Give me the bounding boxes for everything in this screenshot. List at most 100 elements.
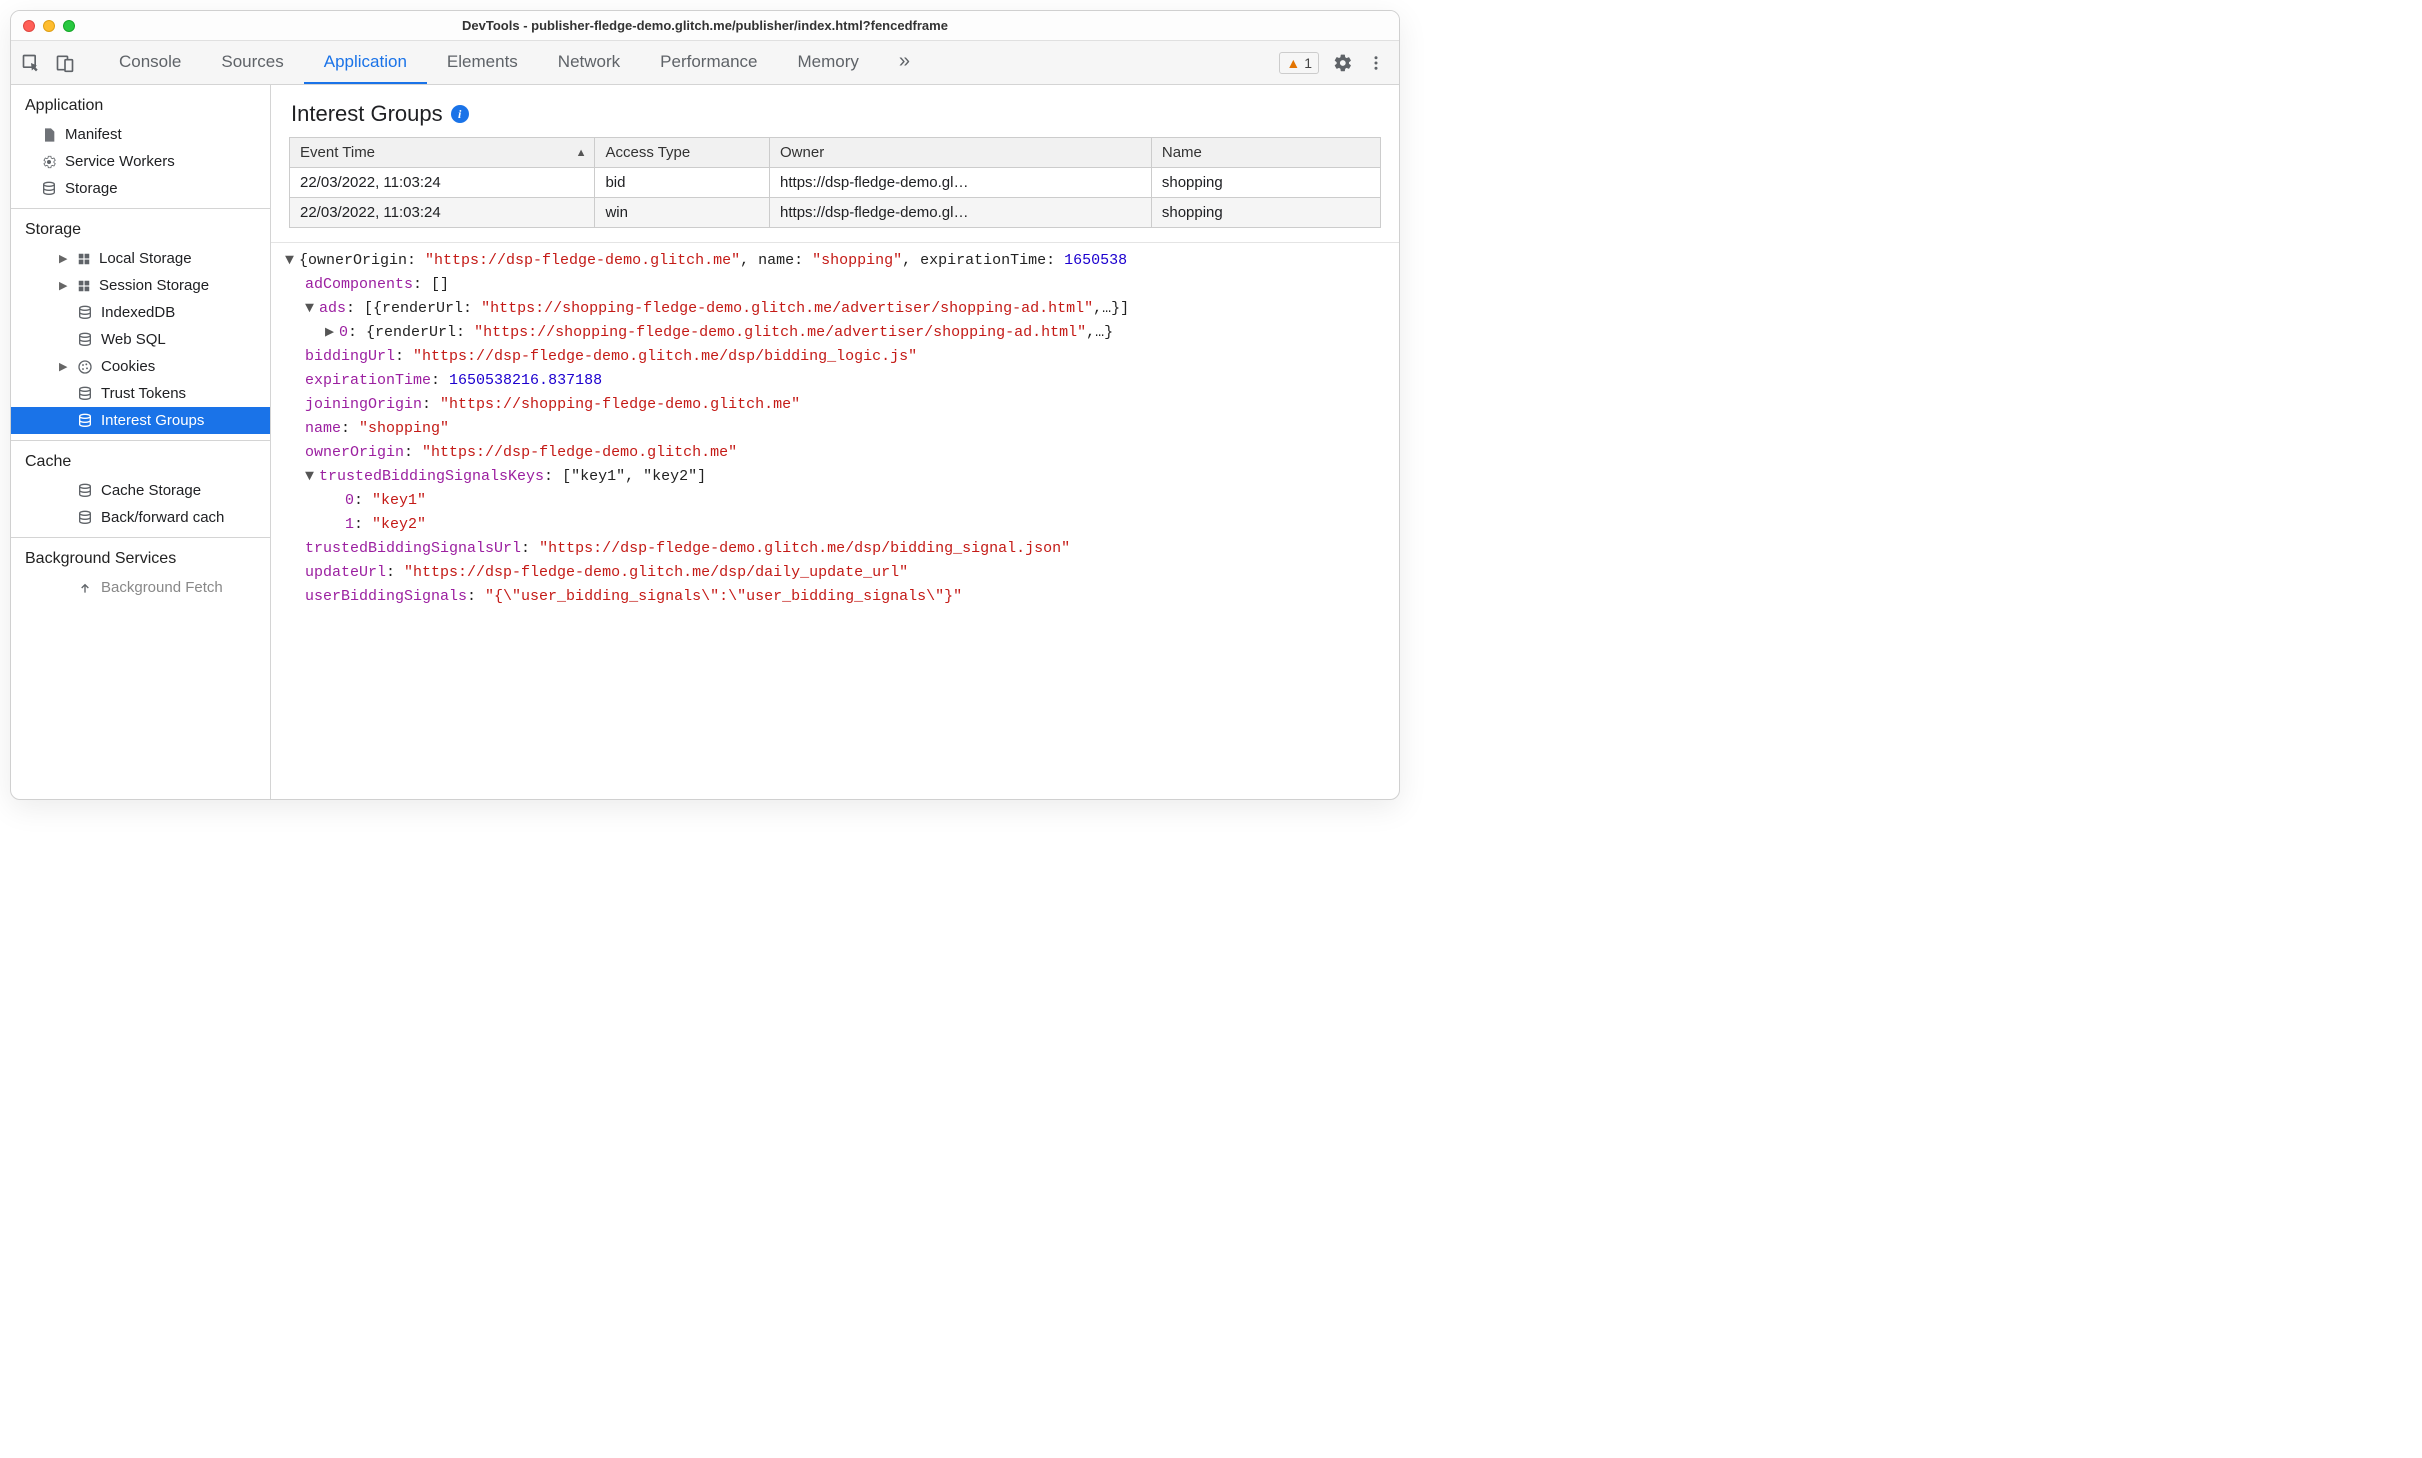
tab-application[interactable]: Application [304, 41, 427, 84]
warning-icon: ▲ [1286, 55, 1300, 71]
titlebar: DevTools - publisher-fledge-demo.glitch.… [11, 11, 1399, 41]
cookie-icon [77, 359, 93, 375]
detail-line[interactable]: trustedBiddingSignalsUrl: "https://dsp-f… [285, 537, 1385, 561]
detail-line[interactable]: 1: "key2" [285, 513, 1385, 537]
cell-owner: https://dsp-fledge-demo.gl… [770, 168, 1152, 198]
detail-line[interactable]: ownerOrigin: "https://dsp-fledge-demo.gl… [285, 441, 1385, 465]
sidebar-item-label: Local Storage [99, 250, 192, 267]
detail-line[interactable]: ▼{ownerOrigin: "https://dsp-fledge-demo.… [285, 249, 1385, 273]
sidebar-item-storage[interactable]: Storage [11, 175, 270, 202]
sidebar-item-label: Back/forward cach [101, 509, 224, 526]
issues-badge[interactable]: ▲ 1 [1279, 52, 1319, 74]
database-icon [41, 181, 57, 197]
sidebar-item-interest-groups[interactable]: Interest Groups [11, 407, 270, 434]
file-icon [41, 127, 57, 143]
expand-arrow-icon[interactable]: ▶ [59, 279, 69, 292]
detail-line[interactable]: name: "shopping" [285, 417, 1385, 441]
sidebar-item-websql[interactable]: Web SQL [11, 326, 270, 353]
sidebar-group-cache: Cache Cache Storage Back/forward cach [11, 441, 270, 538]
sidebar-item-trust-tokens[interactable]: Trust Tokens [11, 380, 270, 407]
info-icon[interactable]: i [451, 105, 469, 123]
col-access-type[interactable]: Access Type [595, 138, 770, 168]
col-owner[interactable]: Owner [770, 138, 1152, 168]
events-table-wrap: Event Time▲ Access Type Owner Name 22/03… [271, 137, 1399, 238]
detail-line[interactable]: userBiddingSignals: "{\"user_bidding_sig… [285, 585, 1385, 609]
cell-time: 22/03/2022, 11:03:24 [290, 168, 595, 198]
col-name[interactable]: Name [1151, 138, 1380, 168]
upload-icon [77, 580, 93, 596]
tab-elements[interactable]: Elements [427, 41, 538, 84]
collapse-icon[interactable]: ▼ [305, 297, 319, 321]
sidebar-item-bfcache[interactable]: Back/forward cach [11, 504, 270, 531]
database-icon [77, 510, 93, 526]
table-row[interactable]: 22/03/2022, 11:03:24 bid https://dsp-fle… [290, 168, 1381, 198]
sidebar-group-background: Background Services Background Fetch [11, 538, 270, 607]
gear-icon [41, 154, 57, 170]
tab-console[interactable]: Console [99, 41, 201, 84]
detail-line[interactable]: expirationTime: 1650538216.837188 [285, 369, 1385, 393]
sidebar-header-storage: Storage [11, 215, 270, 245]
gear-icon[interactable] [1333, 53, 1353, 73]
devtools-window: DevTools - publisher-fledge-demo.glitch.… [10, 10, 1400, 800]
more-icon[interactable] [1367, 54, 1385, 72]
table-row[interactable]: 22/03/2022, 11:03:24 win https://dsp-fle… [290, 198, 1381, 228]
sidebar-item-label: Web SQL [101, 331, 166, 348]
events-table: Event Time▲ Access Type Owner Name 22/03… [289, 137, 1381, 228]
expand-arrow-icon[interactable]: ▶ [59, 252, 69, 265]
main-tabbar: Console Sources Application Elements Net… [11, 41, 1399, 85]
sidebar-item-label: Cache Storage [101, 482, 201, 499]
sidebar-item-cookies[interactable]: ▶ Cookies [11, 353, 270, 380]
object-detail-viewer[interactable]: ▼{ownerOrigin: "https://dsp-fledge-demo.… [271, 242, 1399, 799]
cell-type: bid [595, 168, 770, 198]
minimize-window-button[interactable] [43, 20, 55, 32]
collapse-icon[interactable]: ▼ [305, 465, 319, 489]
database-icon [77, 413, 93, 429]
sidebar-item-service-workers[interactable]: Service Workers [11, 148, 270, 175]
tab-sources[interactable]: Sources [201, 41, 303, 84]
maximize-window-button[interactable] [63, 20, 75, 32]
sidebar-item-indexeddb[interactable]: IndexedDB [11, 299, 270, 326]
detail-line[interactable]: ▶0: {renderUrl: "https://shopping-fledge… [285, 321, 1385, 345]
detail-line[interactable]: biddingUrl: "https://dsp-fledge-demo.gli… [285, 345, 1385, 369]
expand-arrow-icon[interactable]: ▶ [59, 360, 69, 373]
detail-line[interactable]: ▼ads: [{renderUrl: "https://shopping-fle… [285, 297, 1385, 321]
sidebar-item-manifest[interactable]: Manifest [11, 121, 270, 148]
detail-line[interactable]: updateUrl: "https://dsp-fledge-demo.glit… [285, 561, 1385, 585]
panel-title: Interest Groups [291, 101, 443, 127]
sidebar-header-background: Background Services [11, 544, 270, 574]
sidebar-item-label: Interest Groups [101, 412, 204, 429]
sidebar-item-label: Manifest [65, 126, 122, 143]
cell-name: shopping [1151, 198, 1380, 228]
sidebar-item-label: Background Fetch [101, 579, 223, 596]
cell-name: shopping [1151, 168, 1380, 198]
sidebar-group-application: Application Manifest Service Workers Sto… [11, 85, 270, 209]
detail-line[interactable]: adComponents: [] [285, 273, 1385, 297]
inspect-icon[interactable] [21, 53, 41, 73]
tabs-overflow-button[interactable]: » [879, 41, 930, 84]
sidebar-item-label: Storage [65, 180, 118, 197]
tab-memory[interactable]: Memory [777, 41, 878, 84]
device-toggle-icon[interactable] [55, 53, 75, 73]
close-window-button[interactable] [23, 20, 35, 32]
database-icon [77, 332, 93, 348]
sidebar-item-background-fetch[interactable]: Background Fetch [11, 574, 270, 601]
table-header-row: Event Time▲ Access Type Owner Name [290, 138, 1381, 168]
tab-performance[interactable]: Performance [640, 41, 777, 84]
expand-icon[interactable]: ▶ [325, 321, 339, 345]
cell-time: 22/03/2022, 11:03:24 [290, 198, 595, 228]
cell-owner: https://dsp-fledge-demo.gl… [770, 198, 1152, 228]
sidebar-item-session-storage[interactable]: ▶ Session Storage [11, 272, 270, 299]
sidebar-item-local-storage[interactable]: ▶ Local Storage [11, 245, 270, 272]
detail-line[interactable]: joiningOrigin: "https://shopping-fledge-… [285, 393, 1385, 417]
application-sidebar: Application Manifest Service Workers Sto… [11, 85, 271, 799]
sidebar-item-cache-storage[interactable]: Cache Storage [11, 477, 270, 504]
panel-header: Interest Groups i [271, 85, 1399, 137]
col-event-time[interactable]: Event Time▲ [290, 138, 595, 168]
tab-network[interactable]: Network [538, 41, 640, 84]
database-icon [77, 483, 93, 499]
collapse-icon[interactable]: ▼ [285, 249, 299, 273]
sidebar-group-storage: Storage ▶ Local Storage ▶ Session Storag… [11, 209, 270, 441]
warning-count: 1 [1304, 55, 1312, 71]
detail-line[interactable]: ▼trustedBiddingSignalsKeys: ["key1", "ke… [285, 465, 1385, 489]
detail-line[interactable]: 0: "key1" [285, 489, 1385, 513]
